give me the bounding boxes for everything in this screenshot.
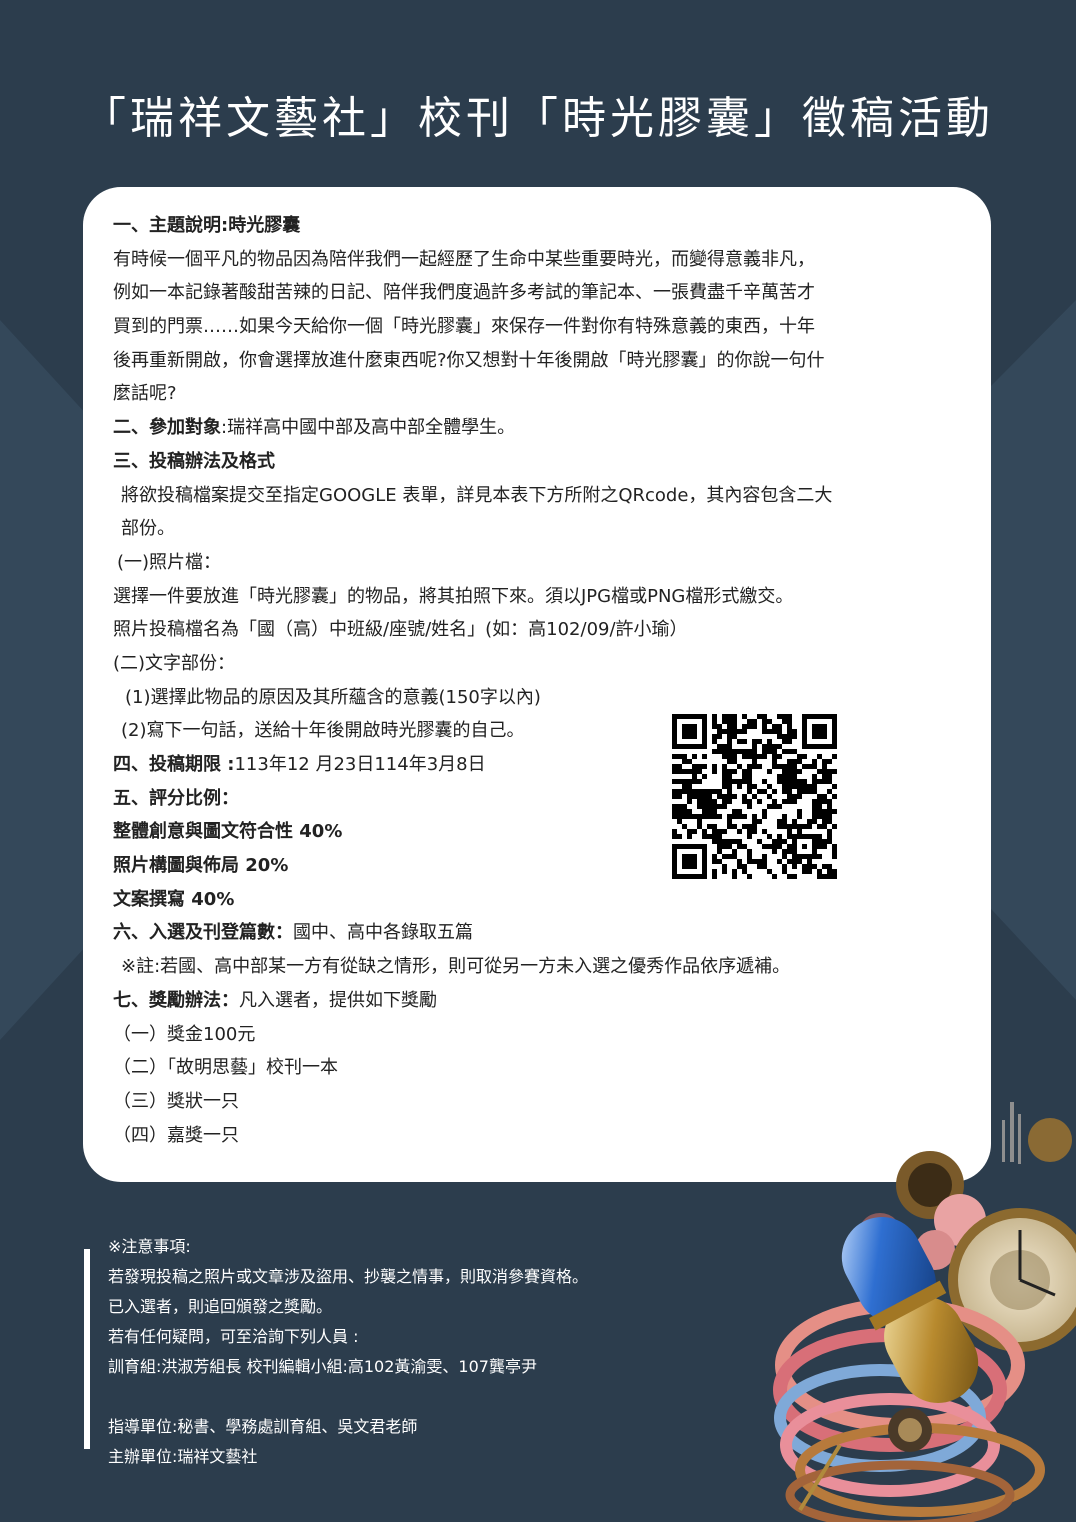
notes-line: 若有任何疑問，可至洽詢下列人員 : xyxy=(108,1327,359,1346)
photo-subheading: (一)照片檔： xyxy=(117,551,222,573)
section-4-text: 113年12 月23日114年3月8日 xyxy=(234,754,486,775)
section-4-label: 四、投稿期限 : xyxy=(113,754,235,775)
section-1-line: 麼話呢? xyxy=(113,383,177,405)
section-6: 六、入選及刊登篇數：國中、高中各錄取五篇 xyxy=(113,916,913,950)
section-2: 二、參加對象:瑞祥高中國中部及高中部全體學生。 xyxy=(113,411,913,445)
notes-heading: ※注意事項: xyxy=(108,1237,191,1256)
section-5-heading: 五、評分比例： xyxy=(113,787,239,809)
notes-accent-bar xyxy=(84,1249,90,1449)
section-3-line: 將欲投稿檔案提交至指定GOOGLE 表單，詳見本表下方所附之QRcode，其內容… xyxy=(121,484,833,506)
organizer-line: 主辦單位:瑞祥文藝社 xyxy=(108,1447,258,1466)
score-item: 整體創意與圖文符合性 40% xyxy=(113,821,343,843)
text-item: (1)選擇此物品的原因及其所蘊含的意義(150字以內) xyxy=(125,686,541,708)
section-6-label: 六、入選及刊登篇數： xyxy=(113,922,293,944)
section-7-text: 凡入選者，提供如下獎勵 xyxy=(239,989,437,1011)
notes-spacer xyxy=(108,1382,748,1412)
section-3-heading: 三、投稿辦法及格式 xyxy=(113,450,275,472)
card-body: 一、主題說明:時光膠囊 有時候一個平凡的物品因為陪伴我們一起經歷了生命中某些重要… xyxy=(113,209,913,1152)
notes-line: 已入選者，則追回頒發之獎勵。 xyxy=(108,1297,333,1316)
section-1-line: 例如一本記錄著酸甜苦辣的日記、陪伴我們度過許多考試的筆記本、一張費盡千辛萬苦才 xyxy=(113,282,815,304)
score-item: 照片構圖與佈局 20% xyxy=(113,855,289,877)
time-capsule-illustration-icon xyxy=(773,1102,1076,1522)
page-title: 「瑞祥文藝社」校刊「時光膠囊」徵稿活動 xyxy=(82,93,994,144)
reward-item: （二）「故明思藝」校刊一本 xyxy=(113,1057,338,1079)
photo-line: 選擇一件要放進「時光膠囊」的物品，將其拍照下來。須以JPG檔或PNG檔形式繳交。 xyxy=(113,585,794,607)
advisor-line: 指導單位:秘書、學務處訓育組、吳文君老師 xyxy=(108,1417,418,1436)
photo-line: 照片投稿檔名為「國（高）中班級/座號/姓名」(如：高102/09/許小瑜） xyxy=(113,619,688,641)
score-item: 文案撰寫 40% xyxy=(113,888,235,910)
section-2-text: :瑞祥高中國中部及高中部全體學生。 xyxy=(221,417,516,439)
text-subheading: (二)文字部份： xyxy=(113,652,236,674)
section-1-line: 有時候一個平凡的物品因為陪伴我們一起經歷了生命中某些重要時光，而變得意義非凡， xyxy=(113,248,815,270)
section-2-label: 二、參加對象 xyxy=(113,417,221,439)
section-7-label: 七、獎勵辦法： xyxy=(113,989,239,1011)
reward-item: （一）獎金100元 xyxy=(113,1023,256,1045)
section-6-note: ※註:若國、高中部某一方有從缺之情形，則可從另一方未入選之優秀作品依序遞補。 xyxy=(121,956,791,978)
section-7: 七、獎勵辦法：凡入選者，提供如下獎勵 xyxy=(113,984,913,1018)
section-6-text: 國中、高中各錄取五篇 xyxy=(293,922,473,944)
section-1-line: 後再重新開啟，你會選擇放進什麼東西呢?你又想對十年後開啟「時光膠囊」的你說一句什 xyxy=(113,349,825,371)
content-card: 一、主題說明:時光膠囊 有時候一個平凡的物品因為陪伴我們一起經歷了生命中某些重要… xyxy=(83,187,991,1182)
notes-line: 若發現投稿之照片或文章涉及盜用、抄襲之情事，則取消參賽資格。 xyxy=(108,1267,589,1286)
section-1-heading: 一、主題說明:時光膠囊 xyxy=(113,215,301,236)
section-1-line: 買到的門票……如果今天給你一個「時光膠囊」來保存一件對你有特殊意義的東西，十年 xyxy=(113,316,815,338)
section-3-line: 部份。 xyxy=(121,518,175,540)
contact-line: 訓育組:洪淑芳組長 校刊編輯小組:高102黃渝雯、107龔亭尹 xyxy=(108,1357,537,1376)
notes-block: ※注意事項: 若發現投稿之照片或文章涉及盜用、抄襲之情事，則取消參賽資格。 已入… xyxy=(108,1232,748,1472)
qr-code-icon[interactable] xyxy=(672,714,837,879)
